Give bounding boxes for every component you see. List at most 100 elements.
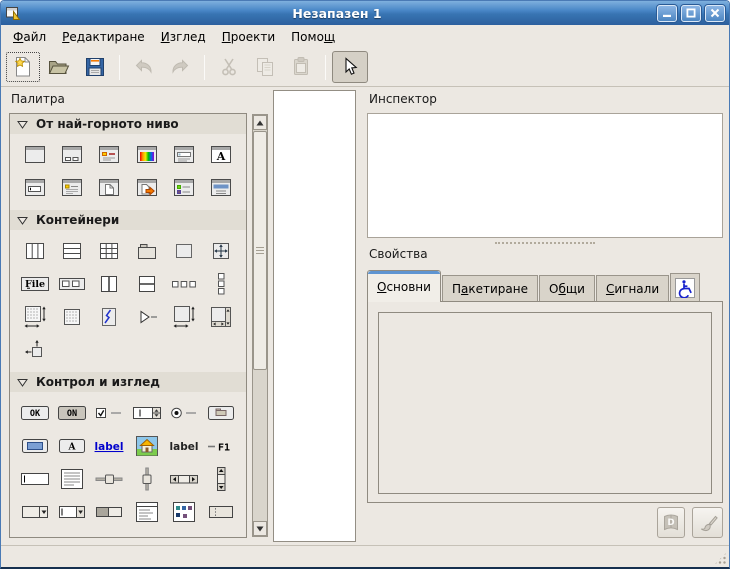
palette-item-radiobutton[interactable] xyxy=(166,400,202,426)
palette-item-text-dialog[interactable] xyxy=(54,175,90,201)
palette-item-textview[interactable] xyxy=(54,466,90,492)
palette-item-hscale[interactable] xyxy=(91,466,127,492)
palette-item-color-selection-dialog[interactable] xyxy=(129,142,165,168)
palette-item-expander[interactable] xyxy=(129,304,165,330)
palette-item-dialog[interactable] xyxy=(54,142,90,168)
palette-item-partial-item[interactable] xyxy=(17,532,53,538)
comboboxentry-icon xyxy=(58,504,86,520)
palette-item-button[interactable]: OK xyxy=(17,400,53,426)
palette-item-layout[interactable] xyxy=(17,304,53,330)
copy-button[interactable] xyxy=(247,51,283,83)
palette-item-label[interactable]: label xyxy=(166,433,202,459)
palette-item-progressbar[interactable] xyxy=(91,499,127,525)
palette-item-drawingarea[interactable] xyxy=(54,304,90,330)
minimize-button[interactable] xyxy=(657,5,677,22)
palette-item-linkbutton[interactable]: label xyxy=(91,433,127,459)
palette-item-separatortoolitem[interactable] xyxy=(203,499,239,525)
palette-scrollbar[interactable] xyxy=(252,114,268,537)
menu-help[interactable]: Помощ xyxy=(283,27,343,47)
devhelp-doc-button[interactable]: D xyxy=(657,507,685,538)
tab-signals[interactable]: Сигнали xyxy=(596,275,669,302)
palette-item-hbuttonbox[interactable] xyxy=(166,271,202,297)
palette-item-hscrollbar[interactable] xyxy=(166,466,202,492)
design-canvas[interactable] xyxy=(273,90,356,542)
edit-widget-button[interactable] xyxy=(692,507,723,538)
palette-item-spinbutton[interactable] xyxy=(129,400,165,426)
tab-packing[interactable]: Пакетиране xyxy=(442,275,538,302)
expander-triangle-icon[interactable] xyxy=(17,119,28,130)
palette-item-viewport[interactable] xyxy=(203,304,239,330)
palette-item-partial-item[interactable] xyxy=(203,532,239,538)
redo-button[interactable] xyxy=(162,51,198,83)
resize-grip-icon[interactable] xyxy=(714,552,727,565)
palette-item-window[interactable] xyxy=(17,142,53,168)
new-button[interactable] xyxy=(5,51,41,83)
palette-item-scrolledwindow[interactable] xyxy=(166,304,202,330)
palette-item-page-dialog[interactable] xyxy=(91,175,127,201)
palette-item-comboboxentry[interactable] xyxy=(54,499,90,525)
expander-triangle-icon[interactable] xyxy=(17,377,28,388)
palette-item-vscale[interactable] xyxy=(129,466,165,492)
palette-item-hpaned[interactable] xyxy=(91,271,127,297)
palette-item-table[interactable] xyxy=(91,238,127,264)
palette-item-assistant[interactable] xyxy=(129,175,165,201)
menu-projects[interactable]: Проекти xyxy=(214,27,283,47)
palette-item-partial-item[interactable] xyxy=(91,532,127,538)
palette-item-togglebutton[interactable]: ON xyxy=(54,400,90,426)
palette-item-alignment[interactable] xyxy=(17,337,53,363)
palette-item-fixed[interactable] xyxy=(203,238,239,264)
palette-item-entry[interactable] xyxy=(17,466,53,492)
palette-item-partial-item[interactable] xyxy=(54,532,90,538)
palette-item-font-selection-dialog[interactable]: A xyxy=(203,142,239,168)
palette-item-input-dialog[interactable] xyxy=(17,175,53,201)
palette-item-message-dialog[interactable] xyxy=(91,142,127,168)
maximize-button[interactable] xyxy=(681,5,701,22)
palette-item-curve[interactable] xyxy=(91,304,127,330)
palette-item-vbuttonbox[interactable] xyxy=(203,271,239,297)
close-button[interactable] xyxy=(705,5,725,22)
palette-item-vpaned[interactable] xyxy=(129,271,165,297)
cut-button[interactable] xyxy=(211,51,247,83)
save-button[interactable] xyxy=(77,51,113,83)
palette-item-hbox[interactable] xyxy=(17,238,53,264)
palette-item-file-chooser-dialog[interactable] xyxy=(166,142,202,168)
scroll-down-icon[interactable] xyxy=(253,521,267,536)
tab-accessibility[interactable] xyxy=(670,273,700,302)
palette-item-menubar[interactable]: File xyxy=(17,271,53,297)
palette-section-header[interactable]: Контрол и изглед xyxy=(10,372,246,392)
palette-item-partial-item[interactable] xyxy=(129,532,165,538)
palette-item-image[interactable] xyxy=(129,433,165,459)
open-button[interactable] xyxy=(41,51,77,83)
palette-item-accellabel[interactable]: F1 xyxy=(203,433,239,459)
scroll-up-icon[interactable] xyxy=(253,115,267,130)
paste-button[interactable] xyxy=(283,51,319,83)
menu-file[interactable]: Файл xyxy=(5,27,54,47)
tab-common[interactable]: Общи xyxy=(539,275,595,302)
palette-item-filechooserbutton[interactable] xyxy=(203,400,239,426)
palette-item-combobox[interactable] xyxy=(17,499,53,525)
palette-item-frame[interactable] xyxy=(166,238,202,264)
palette-item-partial-item[interactable] xyxy=(166,532,202,538)
palette-item-list-dialog[interactable] xyxy=(166,175,202,201)
menu-view[interactable]: Изглед xyxy=(153,27,214,47)
expander-triangle-icon[interactable] xyxy=(17,215,28,226)
palette-item-fontbutton[interactable]: A xyxy=(54,433,90,459)
palette-item-iconview[interactable] xyxy=(166,499,202,525)
palette-item-treeview[interactable] xyxy=(129,499,165,525)
palette-item-notebook[interactable] xyxy=(129,238,165,264)
palette-section-header[interactable]: От най-горното ниво xyxy=(10,114,246,134)
inspector-view[interactable] xyxy=(367,113,723,238)
scrollbar-thumb[interactable] xyxy=(253,131,267,370)
undo-button[interactable] xyxy=(126,51,162,83)
menu-edit[interactable]: Редактиране xyxy=(54,27,153,47)
palette-item-about-dialog[interactable] xyxy=(203,175,239,201)
pointer-button[interactable] xyxy=(332,51,368,83)
palette-item-checkbutton[interactable] xyxy=(91,400,127,426)
tab-general[interactable]: Основни xyxy=(367,270,441,302)
pane-resize-handle[interactable] xyxy=(367,240,723,246)
palette-item-colorbutton[interactable] xyxy=(17,433,53,459)
palette-section-header[interactable]: Контейнери xyxy=(10,210,246,230)
palette-item-vbox[interactable] xyxy=(54,238,90,264)
palette-item-vscrollbar[interactable] xyxy=(203,466,239,492)
palette-item-toolbar[interactable] xyxy=(54,271,90,297)
